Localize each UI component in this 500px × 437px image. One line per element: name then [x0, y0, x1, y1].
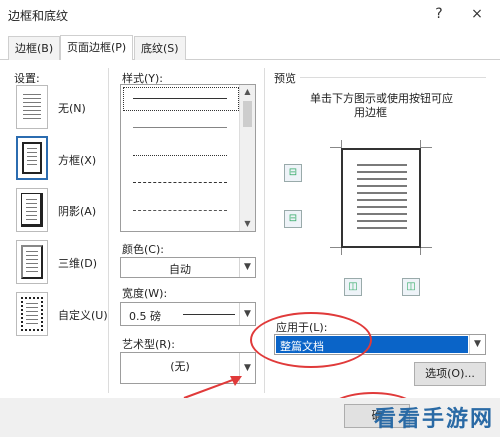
left-border-icon[interactable]: ◫ — [344, 278, 362, 296]
setting-3d-label[interactable]: 三维(D) — [58, 255, 97, 271]
width-sample-line — [183, 314, 235, 315]
style-line-dotted[interactable] — [133, 155, 227, 156]
bottom-border-icon[interactable]: ⊟ — [284, 210, 302, 228]
preview-instruction-line2: 用边框 — [354, 106, 387, 119]
setting-3d-icon[interactable] — [16, 240, 48, 284]
top-border-icon[interactable]: ⊟ — [284, 164, 302, 182]
color-label: 颜色(C): — [122, 243, 164, 256]
setting-custom-icon[interactable] — [16, 292, 48, 336]
corner-mark — [330, 247, 342, 255]
corner-mark — [420, 140, 432, 148]
width-value: 0.5 磅 — [129, 310, 161, 323]
style-line-solid[interactable] — [133, 98, 227, 99]
preview-group-line — [300, 77, 486, 78]
style-scrollbar[interactable]: ▲ ▼ — [239, 85, 255, 231]
tab-shading[interactable]: 底纹(S) — [134, 36, 186, 60]
setting-none-label[interactable]: 无(N) — [58, 100, 86, 116]
chevron-down-icon[interactable]: ▼ — [239, 303, 255, 325]
watermark: 看看手游网 — [373, 407, 494, 432]
style-selected — [123, 87, 239, 111]
help-icon[interactable]: ? — [428, 4, 450, 24]
width-label: 宽度(W): — [122, 287, 168, 300]
preview-label: 预览 — [274, 72, 296, 85]
setting-shadow-label[interactable]: 阴影(A) — [58, 203, 96, 219]
style-line-dashed[interactable] — [133, 182, 227, 183]
style-line-thin[interactable] — [133, 127, 227, 128]
color-value: 自动 — [169, 263, 191, 276]
color-dropdown[interactable]: 自动 ▼ — [120, 257, 256, 278]
tab-page-border[interactable]: 页面边框(P) — [60, 35, 134, 61]
setting-custom-label[interactable]: 自定义(U) — [58, 307, 108, 323]
preview-page[interactable] — [341, 148, 421, 248]
divider — [108, 68, 109, 393]
corner-mark — [330, 140, 342, 148]
style-line-dash-dot[interactable] — [133, 210, 227, 211]
setting-box-icon[interactable] — [16, 136, 48, 180]
title-bar — [0, 0, 500, 30]
width-dropdown[interactable]: 0.5 磅 ▼ — [120, 302, 256, 326]
settings-heading: 设置: — [14, 72, 40, 85]
dialog-title: 边框和底纹 — [8, 9, 69, 23]
art-label: 艺术型(R): — [122, 338, 175, 351]
chevron-down-icon[interactable]: ▼ — [469, 335, 485, 354]
options-button[interactable]: 选项(O)... — [414, 362, 486, 386]
close-icon[interactable]: × — [466, 4, 488, 24]
setting-none-icon[interactable] — [16, 85, 48, 129]
style-list[interactable]: ▲ ▼ — [120, 84, 256, 232]
right-border-icon[interactable]: ◫ — [402, 278, 420, 296]
setting-shadow-icon[interactable] — [16, 188, 48, 232]
chevron-down-icon[interactable]: ▼ — [239, 258, 255, 277]
tab-borders[interactable]: 边框(B) — [8, 36, 61, 60]
setting-box-label[interactable]: 方框(X) — [58, 152, 96, 168]
corner-mark — [420, 247, 432, 255]
